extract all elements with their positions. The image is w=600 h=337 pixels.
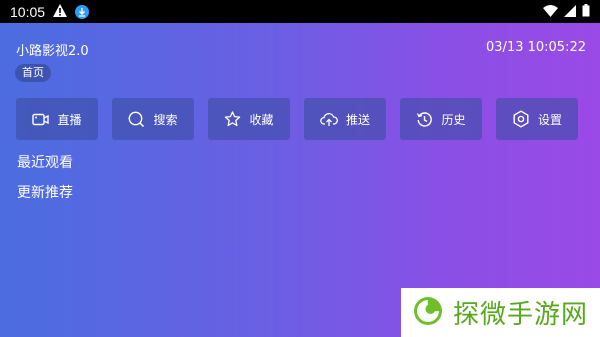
- signal-icon: [564, 4, 576, 20]
- video-camera-icon: [32, 113, 50, 126]
- history-button-label: 历史: [441, 112, 466, 127]
- section-recently-watched: 最近观看: [17, 155, 73, 171]
- live-button[interactable]: 直播: [16, 98, 98, 140]
- watermark: 探微手游网: [401, 288, 600, 337]
- status-bar: 10:05: [0, 0, 600, 23]
- datetime-display: 03/13 10:05:22: [486, 40, 586, 55]
- watermark-text: 探微手游网: [453, 300, 589, 330]
- settings-button-label: 设置: [537, 112, 562, 127]
- settings-button[interactable]: 设置: [496, 98, 578, 140]
- favorites-button-label: 收藏: [249, 112, 274, 127]
- live-button-label: 直播: [57, 112, 82, 127]
- history-icon: [416, 111, 433, 128]
- status-time: 10:05: [10, 3, 46, 20]
- cloud-upload-icon: [320, 112, 338, 127]
- gear-icon: [512, 110, 530, 128]
- section-update-recommendations: 更新推荐: [17, 185, 73, 201]
- history-button[interactable]: 历史: [400, 98, 482, 140]
- search-button-label: 搜索: [153, 112, 178, 127]
- app-title: 小路影视2.0: [16, 44, 89, 59]
- breadcrumb-home[interactable]: 首页: [15, 64, 51, 82]
- search-icon: [128, 111, 145, 128]
- warning-icon: [53, 3, 68, 20]
- status-bar-right: [543, 3, 590, 20]
- push-button-label: 推送: [345, 112, 370, 127]
- battery-icon: [582, 3, 590, 20]
- status-bar-left: 10:05: [10, 3, 90, 20]
- wifi-icon: [543, 4, 558, 20]
- watermark-logo-icon: [413, 296, 443, 330]
- toolbar: 直播 搜索 收藏 推送 历史 设置: [16, 98, 578, 140]
- favorites-button[interactable]: 收藏: [208, 98, 290, 140]
- push-button[interactable]: 推送: [304, 98, 386, 140]
- star-icon: [224, 111, 241, 127]
- search-button[interactable]: 搜索: [112, 98, 194, 140]
- download-icon: [75, 4, 90, 19]
